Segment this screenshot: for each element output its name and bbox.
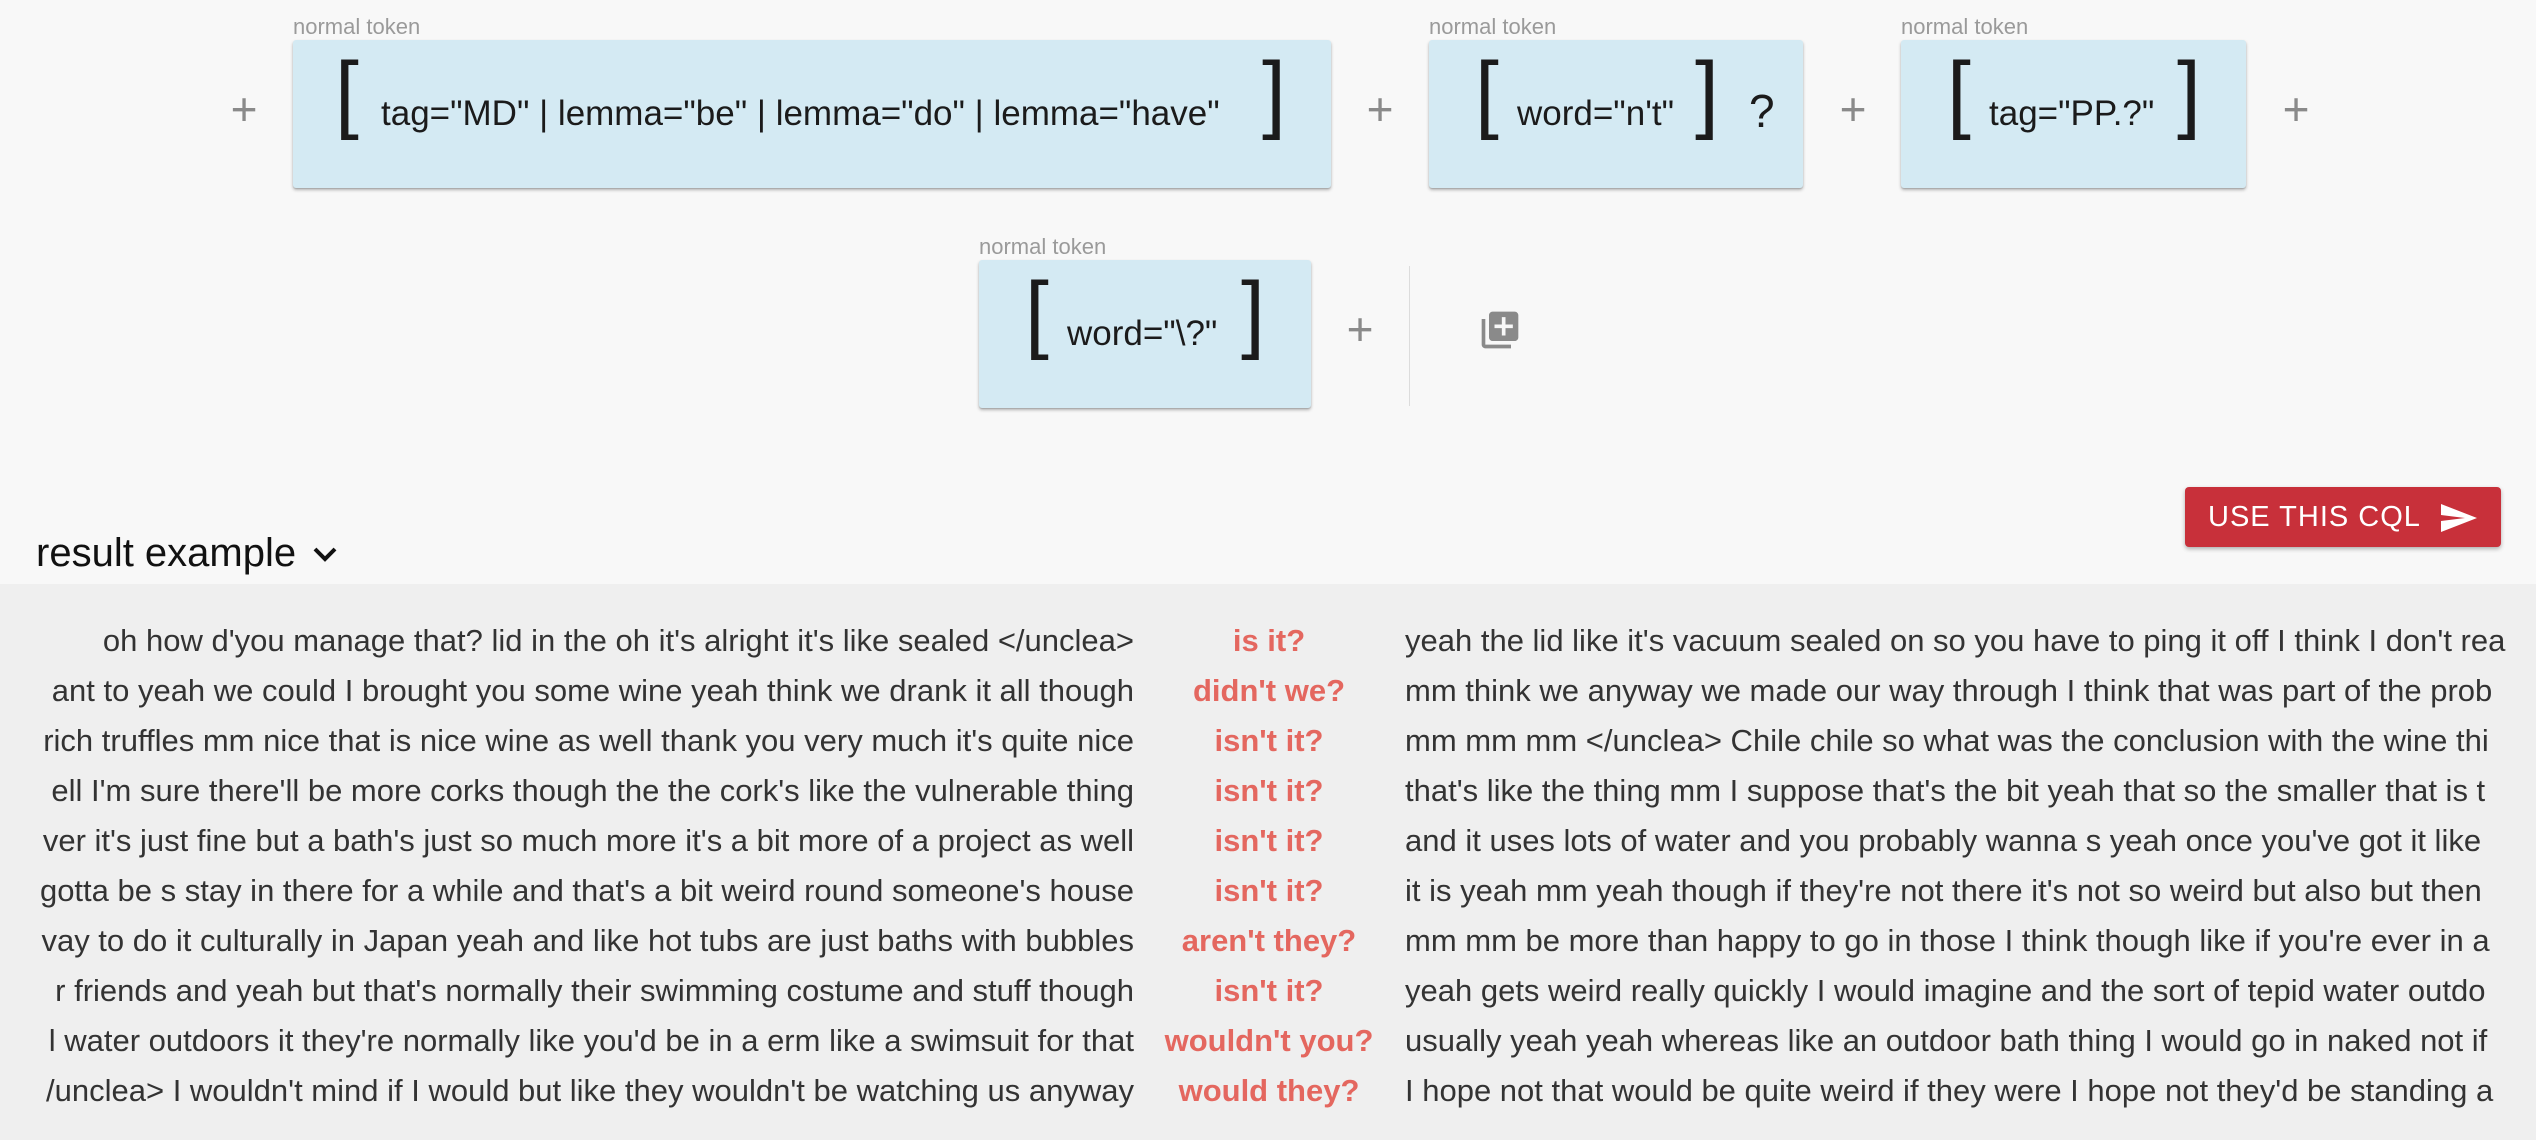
match-text: isn't it? xyxy=(1214,773,1324,808)
result-row: rich truffles mm nice that is nice wine … xyxy=(0,716,2536,766)
left-context: l water outdoors it they're normally lik… xyxy=(48,1023,1134,1058)
token-type-label: normal token xyxy=(293,14,421,39)
token-type-label: normal token xyxy=(1901,14,2029,39)
add-token-button[interactable]: + xyxy=(1360,86,1400,132)
left-context: vay to do it culturally in Japan yeah an… xyxy=(41,923,1134,958)
add-token-button[interactable]: + xyxy=(1340,306,1380,352)
left-context: ant to yeah we could I brought you some … xyxy=(51,673,1134,708)
match-text: isn't it? xyxy=(1214,823,1324,858)
left-context: r friends and yeah but that's normally t… xyxy=(55,973,1134,1008)
close-bracket: ] xyxy=(2177,45,2201,141)
right-context: it is yeah mm yeah though if they're not… xyxy=(1405,873,2482,908)
right-context: mm mm mm </unclea> Chile chile so what w… xyxy=(1405,723,2489,758)
left-context: /unclea> I wouldn't mind if I would but … xyxy=(46,1073,1134,1108)
add-token-button[interactable]: + xyxy=(1833,86,1873,132)
left-context: gotta be s stay in there for a while and… xyxy=(39,873,1134,908)
token-expression: tag="MD" | lemma="be" | lemma="do" | lem… xyxy=(381,94,1220,133)
right-context: mm think we anyway we made our way throu… xyxy=(1405,673,2493,708)
match-text: wouldn't you? xyxy=(1164,1023,1374,1058)
open-bracket: [ xyxy=(335,45,359,141)
use-cql-label: USE THIS CQL xyxy=(2208,500,2421,533)
result-row: vay to do it culturally in Japan yeah an… xyxy=(0,916,2536,966)
match-text: aren't they? xyxy=(1181,923,1357,958)
result-row: ant to yeah we could I brought you some … xyxy=(0,666,2536,716)
result-row: r friends and yeah but that's normally t… xyxy=(0,966,2536,1016)
result-example-title: result example xyxy=(36,530,297,575)
token-expression: word="\?" xyxy=(1067,314,1218,353)
left-context: rich truffles mm nice that is nice wine … xyxy=(43,723,1134,758)
add-token-button[interactable]: + xyxy=(224,86,264,132)
left-context: ver it's just fine but a bath's just so … xyxy=(42,823,1134,858)
match-text: would they? xyxy=(1178,1073,1360,1108)
result-row: /unclea> I wouldn't mind if I would but … xyxy=(0,1066,2536,1116)
chevron-down-icon[interactable] xyxy=(310,543,340,570)
result-row: ell I'm sure there'll be more corks thou… xyxy=(0,766,2536,816)
open-bracket: [ xyxy=(1025,265,1049,361)
match-text: isn't it? xyxy=(1214,873,1324,908)
right-context: usually yeah yeah whereas like an outdoo… xyxy=(1405,1023,2488,1058)
token-type-label: normal token xyxy=(1429,14,1557,39)
token-box[interactable]: [ tag="PP.?" ] xyxy=(1901,40,2246,188)
right-context: yeah gets weird really quickly I would i… xyxy=(1405,973,2486,1008)
match-text: isn't it? xyxy=(1214,723,1324,758)
token-type-label: normal token xyxy=(979,234,1107,259)
right-context: mm mm be more than happy to go in those … xyxy=(1405,923,2490,958)
left-context: oh how d'you manage that? lid in the oh … xyxy=(102,623,1134,658)
close-bracket: ] xyxy=(1241,265,1265,361)
match-text: didn't we? xyxy=(1192,673,1346,708)
result-row: ver it's just fine but a bath's just so … xyxy=(0,816,2536,866)
left-context: ell I'm sure there'll be more corks thou… xyxy=(51,773,1134,808)
token-expression: word="n't" xyxy=(1517,94,1675,133)
right-context: yeah the lid like it's vacuum sealed on … xyxy=(1405,623,2506,658)
open-bracket: [ xyxy=(1475,45,1499,141)
token-quantifier[interactable]: ? xyxy=(1749,88,1775,134)
send-icon xyxy=(2439,502,2479,539)
match-text: is it? xyxy=(1232,623,1306,658)
library-add-icon[interactable] xyxy=(1478,308,1522,352)
token-box[interactable]: [ word="\?" ] xyxy=(979,260,1311,408)
match-text: isn't it? xyxy=(1214,973,1324,1008)
result-row: l water outdoors it they're normally lik… xyxy=(0,1016,2536,1066)
result-row: oh how d'you manage that? lid in the oh … xyxy=(0,616,2536,666)
result-row: gotta be s stay in there for a while and… xyxy=(0,866,2536,916)
use-cql-button[interactable]: USE THIS CQL xyxy=(2185,487,2501,547)
open-bracket: [ xyxy=(1947,45,1971,141)
right-context: that's like the thing mm I suppose that'… xyxy=(1405,773,2486,808)
right-context: I hope not that would be quite weird if … xyxy=(1405,1073,2494,1108)
token-expression: tag="PP.?" xyxy=(1989,94,2155,133)
right-context: and it uses lots of water and you probab… xyxy=(1405,823,2482,858)
divider xyxy=(1409,266,1410,406)
result-example-list: oh how d'you manage that? lid in the oh … xyxy=(0,584,2536,1140)
result-example-toggle[interactable]: result example xyxy=(36,525,340,581)
close-bracket: ] xyxy=(1262,45,1286,141)
add-token-button[interactable]: + xyxy=(2276,86,2316,132)
token-box[interactable]: [ tag="MD" | lemma="be" | lemma="do" | l… xyxy=(293,40,1331,188)
close-bracket: ] xyxy=(1695,45,1719,141)
token-box[interactable]: [ word="n't" ] ? xyxy=(1429,40,1803,188)
